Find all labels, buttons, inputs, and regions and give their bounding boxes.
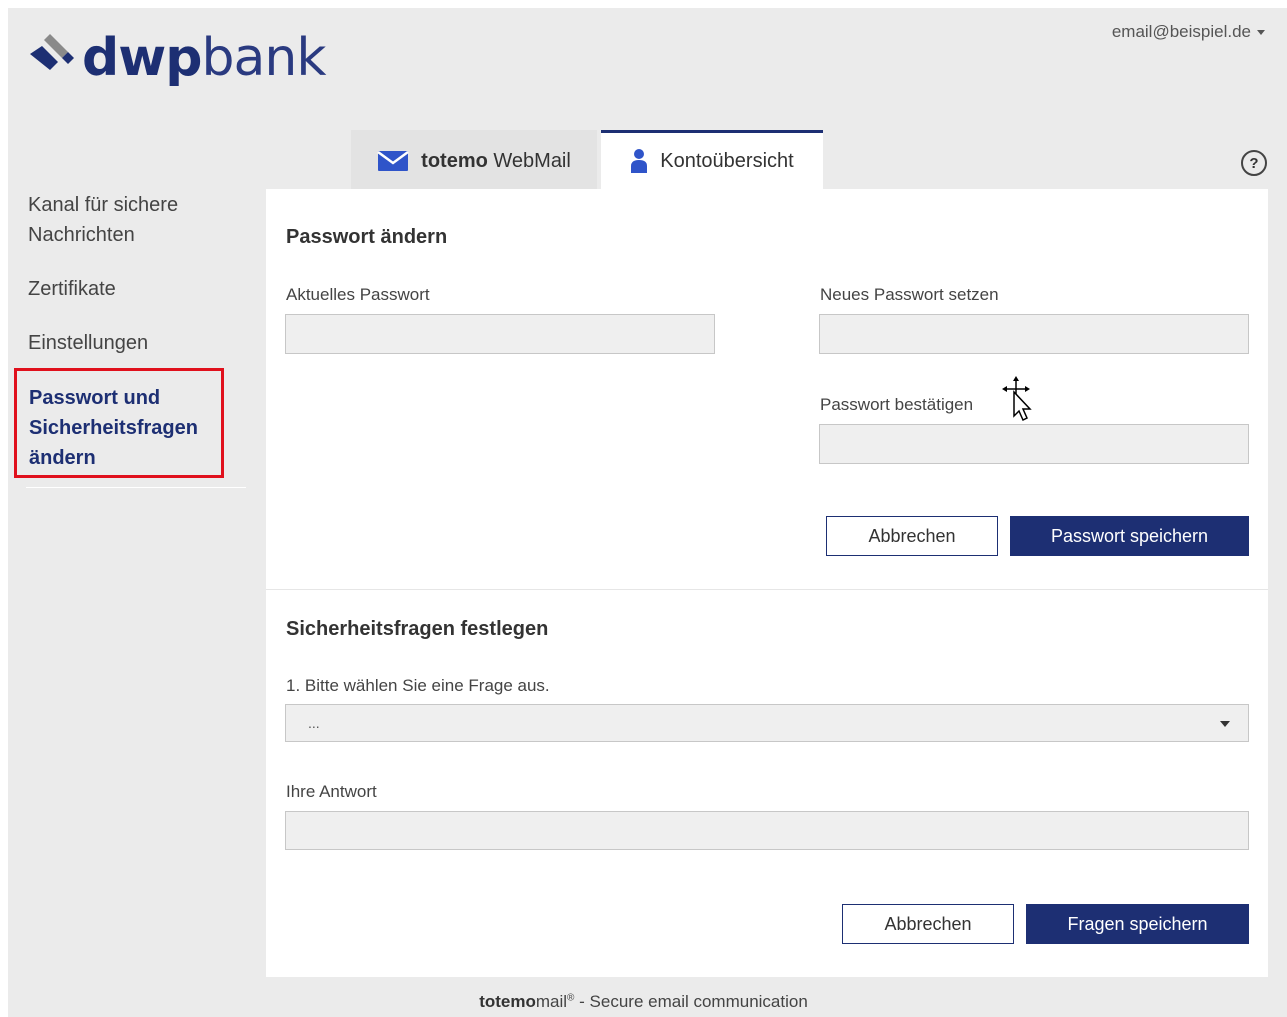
password-cancel-button[interactable]: Abbrechen xyxy=(826,516,998,556)
chevron-down-icon xyxy=(1257,29,1265,35)
dwpbank-logo[interactable]: dwpbank xyxy=(28,28,326,88)
security-section-title: Sicherheitsfragen festlegen xyxy=(286,618,549,640)
tab-webmail[interactable]: totemo WebMail xyxy=(351,130,597,189)
user-menu[interactable]: email@beispiel.de xyxy=(1112,22,1265,42)
footer-tagline: Secure email communication xyxy=(589,992,808,1011)
questions-save-button[interactable]: Fragen speichern xyxy=(1026,904,1249,944)
footer: totemomail® - Secure email communication xyxy=(0,992,1287,1012)
sidebar-divider xyxy=(26,487,246,488)
answer-input[interactable] xyxy=(285,811,1249,850)
tab-account-label: Kontoübersicht xyxy=(660,149,794,172)
answer-label: Ihre Antwort xyxy=(286,782,377,801)
envelope-icon xyxy=(377,150,409,171)
security-question-select[interactable]: ... xyxy=(285,704,1249,742)
password-save-button[interactable]: Passwort speichern xyxy=(1010,516,1249,556)
sidebar-item-password-security[interactable]: Passwort und Sicherheitsfragen ändern xyxy=(14,368,224,478)
account-panel: Passwort ändern Aktuelles Passwort Neues… xyxy=(266,189,1268,977)
footer-separator: - xyxy=(574,992,590,1011)
confirm-password-input[interactable] xyxy=(819,424,1249,464)
tab-webmail-label: totemo WebMail xyxy=(421,149,571,172)
main-tabs: totemo WebMail Kontoübersicht xyxy=(351,130,823,189)
questions-cancel-button[interactable]: Abbrechen xyxy=(842,904,1014,944)
security-question-label: 1. Bitte wählen Sie eine Frage aus. xyxy=(286,676,550,695)
current-password-label: Aktuelles Passwort xyxy=(286,285,430,304)
footer-brand-bold: totemo xyxy=(479,992,536,1011)
chevron-down-icon xyxy=(1220,721,1230,727)
new-password-label: Neues Passwort setzen xyxy=(820,285,999,304)
user-email: email@beispiel.de xyxy=(1111,22,1251,41)
security-question-value: ... xyxy=(308,715,320,731)
current-password-input[interactable] xyxy=(285,314,715,354)
new-password-input[interactable] xyxy=(819,314,1249,354)
section-divider xyxy=(266,589,1268,590)
tab-account-overview[interactable]: Kontoübersicht xyxy=(601,130,823,189)
sidebar-item-certificates[interactable]: Zertifikate xyxy=(28,274,116,304)
help-icon[interactable]: ? xyxy=(1241,150,1267,176)
logo-wordmark: dwpbank xyxy=(82,28,326,88)
mouse-cursor-icon xyxy=(1002,376,1032,422)
confirm-password-label: Passwort bestätigen xyxy=(820,395,974,414)
sidebar-item-settings[interactable]: Einstellungen xyxy=(28,328,148,358)
password-section-title: Passwort ändern xyxy=(286,226,448,248)
dwpbank-diamond-icon xyxy=(30,34,74,70)
footer-brand-light: mail xyxy=(535,992,568,1011)
sidebar-item-secure-channel[interactable]: Kanal für sichere Nachrichten xyxy=(28,190,228,250)
user-icon xyxy=(631,149,648,173)
